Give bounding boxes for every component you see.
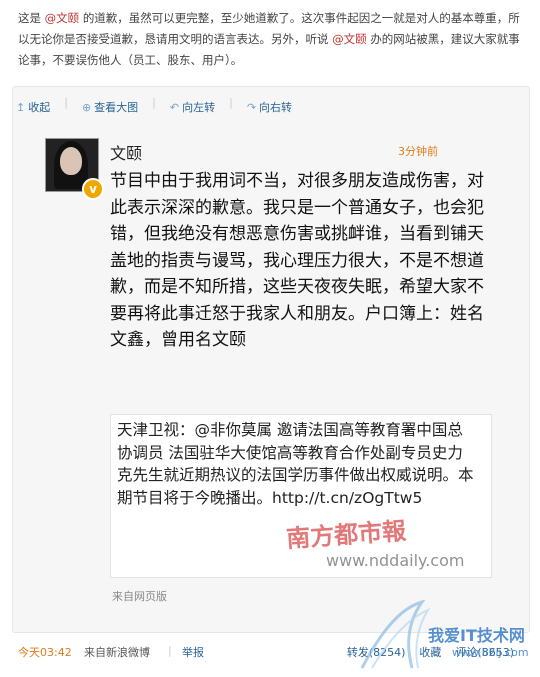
post-text: 节目中由于我用词不当，对很多朋友造成伤害，对此表示深深的歉意。我只是一个普通女子… [110,171,484,350]
rotate-left-label: 向左转 [182,101,216,114]
avatar-face [60,147,82,175]
view-large-label: 查看大图 [94,101,139,114]
view-large-button[interactable]: ⊕ 查看大图 [82,96,138,118]
site-watermark-text: 我爱IT技术网 [428,626,525,645]
quoted-post: 天津卫视：@非你莫属 邀请法国高等教育署中国总协调员 法国驻华大使馆高等教育合作… [110,414,492,578]
divider: | [152,96,156,109]
post-time[interactable]: 3分钟前 [398,143,438,159]
intro-paragraph: 这是 @文颐 的道歉，虽然可以更完整，至少她道歉了。这次事件起因之一就是对人的基… [18,8,523,71]
rotate-left-icon: ↶ [169,100,180,114]
collapse-label: 收起 [28,101,51,114]
mention-link[interactable]: @文颐 [45,11,80,25]
verified-icon: v [82,178,104,200]
divider: | [64,96,68,109]
rotate-right-icon: ↷ [246,100,257,114]
divider: | [229,96,233,109]
footer-source: 来自新浪微博 [84,646,150,659]
rotate-right-label: 向右转 [259,101,293,114]
zoom-icon: ⊕ [81,100,92,114]
author-name[interactable]: 文颐 [110,140,142,164]
site-watermark-url: www.52ij.com [452,646,529,659]
quoted-text: 天津卫视：@非你莫属 邀请法国高等教育署中国总协调员 法国驻华大使馆高等教育合作… [117,421,474,507]
rotate-left-button[interactable]: ↶ 向左转 [170,96,215,118]
divider: | [168,644,172,657]
intro-text-1: 这是 [18,11,41,25]
newspaper-watermark-url: www.nddaily.com [326,551,465,570]
footer-time[interactable]: 今天03:42 [18,644,72,660]
rotate-right-button[interactable]: ↷ 向右转 [247,96,292,118]
newspaper-watermark: 南方都市報 [285,515,408,554]
mention-link[interactable]: @文颐 [332,32,367,46]
report-button[interactable]: 举报 [182,644,204,660]
image-toolbar: ↥ 收起 | ⊕ 查看大图 | ↶ 向左转 | ↷ 向右转 [16,96,292,118]
collapse-button[interactable]: ↥ 收起 [16,96,50,118]
post-source: 来自网页版 [112,590,167,603]
arrow-up-icon: ↥ [16,100,26,114]
